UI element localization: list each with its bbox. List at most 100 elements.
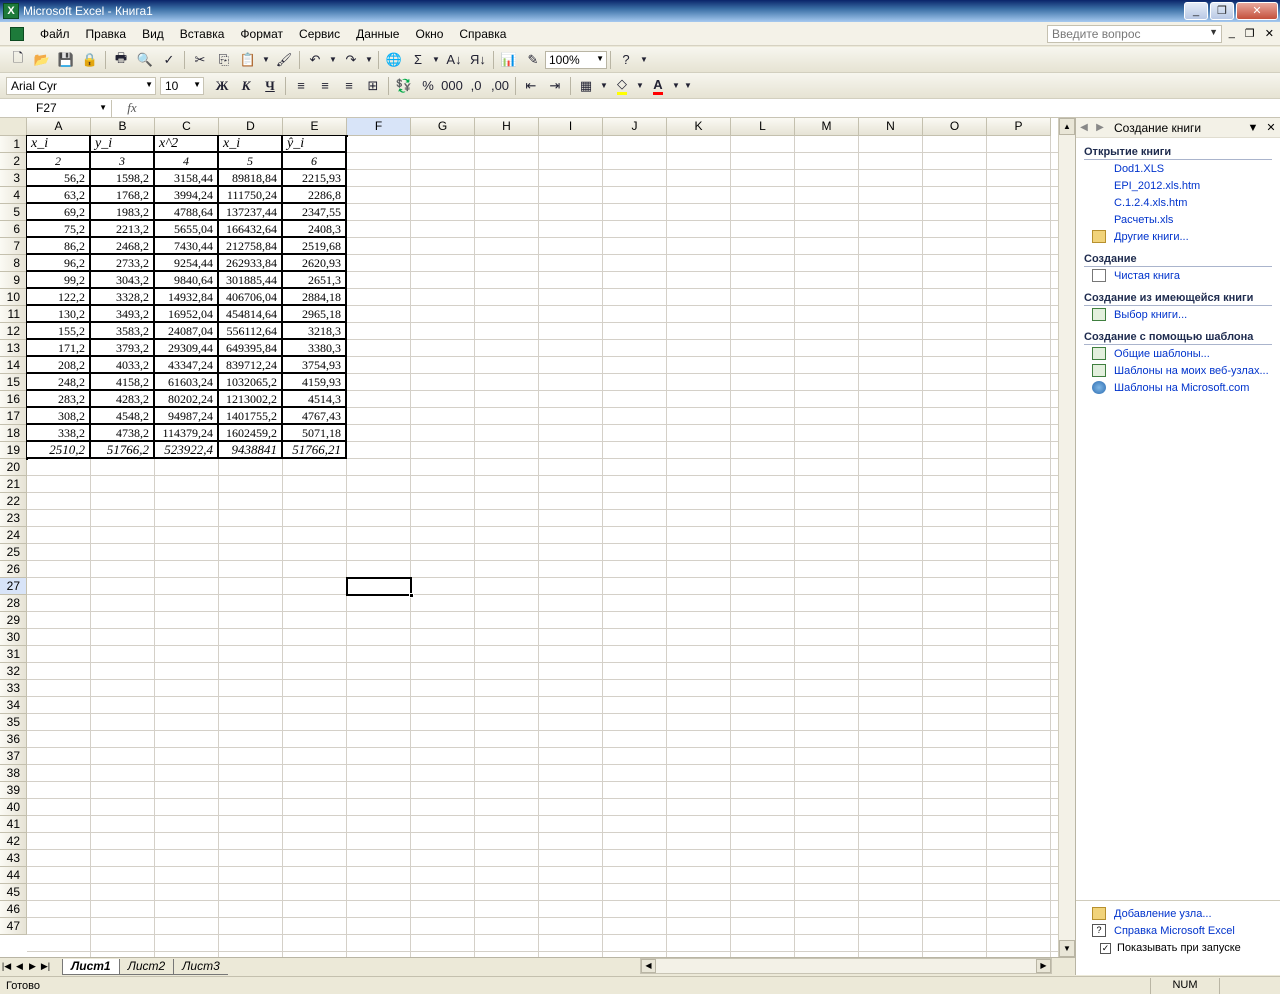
task-pane-link[interactable]: Чистая книга bbox=[1076, 267, 1280, 284]
row-header[interactable]: 47 bbox=[0, 918, 27, 935]
increase-decimal-icon[interactable]: ,0 bbox=[465, 75, 487, 97]
table-cell[interactable]: 556112,64 bbox=[219, 323, 283, 340]
task-pane-link[interactable]: Расчеты.xls bbox=[1076, 211, 1280, 228]
forward-icon[interactable]: ▶ bbox=[1092, 122, 1108, 133]
table-cell[interactable]: 4158,2 bbox=[91, 374, 155, 391]
table-cell[interactable]: 75,2 bbox=[27, 221, 91, 238]
menu-insert[interactable]: Вставка bbox=[172, 27, 233, 41]
table-cell[interactable]: 24087,04 bbox=[155, 323, 219, 340]
cell-total[interactable]: 9438841 bbox=[219, 442, 283, 459]
table-cell[interactable]: 3380,3 bbox=[283, 340, 347, 357]
task-pane-link[interactable]: Общие шаблоны... bbox=[1076, 345, 1280, 362]
row-header[interactable]: 46 bbox=[0, 901, 27, 918]
table-cell[interactable]: 5071,18 bbox=[283, 425, 347, 442]
menu-data[interactable]: Данные bbox=[348, 27, 407, 41]
row-header[interactable]: 37 bbox=[0, 748, 27, 765]
table-cell[interactable]: 839712,24 bbox=[219, 357, 283, 374]
redo-icon[interactable]: ↷ bbox=[340, 49, 362, 71]
show-at-startup-checkbox[interactable]: ✓ Показывать при запуске bbox=[1076, 939, 1280, 957]
table-cell[interactable]: 137237,44 bbox=[219, 204, 283, 221]
chevron-down-icon[interactable]: ▼ bbox=[1209, 27, 1218, 37]
table-cell[interactable]: 80202,24 bbox=[155, 391, 219, 408]
row-header[interactable]: 27 bbox=[0, 578, 27, 595]
table-cell[interactable]: 2347,55 bbox=[283, 204, 347, 221]
table-cell[interactable]: 301885,44 bbox=[219, 272, 283, 289]
table-cell[interactable]: 454814,64 bbox=[219, 306, 283, 323]
percent-icon[interactable]: % bbox=[417, 75, 439, 97]
table-cell[interactable]: 99,2 bbox=[27, 272, 91, 289]
row-header[interactable]: 42 bbox=[0, 833, 27, 850]
zoom-select[interactable]: 100% ▼ bbox=[545, 50, 607, 69]
column-header-e[interactable]: E bbox=[283, 118, 347, 136]
workbook-icon[interactable] bbox=[10, 26, 24, 41]
column-header-c[interactable]: C bbox=[155, 118, 219, 136]
row-header[interactable]: 22 bbox=[0, 493, 27, 510]
row-header[interactable]: 14 bbox=[0, 357, 27, 374]
table-cell[interactable]: 2733,2 bbox=[91, 255, 155, 272]
sheet-tab-1[interactable]: Лист1 bbox=[62, 958, 119, 975]
row-header[interactable]: 5 bbox=[0, 204, 27, 221]
table-cell[interactable]: 248,2 bbox=[27, 374, 91, 391]
chevron-down-icon[interactable]: ▼ bbox=[99, 100, 107, 116]
task-pane-menu-icon[interactable]: ▼ bbox=[1244, 122, 1262, 134]
table-cell[interactable]: 1768,2 bbox=[91, 187, 155, 204]
doc-minimize-button[interactable]: _ bbox=[1229, 27, 1235, 40]
bold-button[interactable]: Ж bbox=[211, 75, 233, 97]
scroll-down-icon[interactable]: ▼ bbox=[1059, 940, 1075, 957]
sheet-tab-3[interactable]: Лист3 bbox=[173, 958, 228, 975]
row-header[interactable]: 45 bbox=[0, 884, 27, 901]
select-all-button[interactable] bbox=[0, 118, 27, 136]
table-cell[interactable]: 1602459,2 bbox=[219, 425, 283, 442]
back-icon[interactable]: ◀ bbox=[1076, 122, 1092, 133]
horizontal-scrollbar[interactable]: ◀ ▶ bbox=[640, 958, 1052, 974]
row-header[interactable]: 6 bbox=[0, 221, 27, 238]
excel-app-icon[interactable]: X bbox=[3, 3, 19, 19]
table-cell[interactable]: 1983,2 bbox=[91, 204, 155, 221]
chevron-down-icon[interactable]: ▼ bbox=[599, 75, 609, 97]
table-cell[interactable]: 63,2 bbox=[27, 187, 91, 204]
task-pane-link[interactable]: Другие книги... bbox=[1076, 228, 1280, 245]
cell-header-xi[interactable]: x_i bbox=[27, 136, 91, 153]
table-cell[interactable]: 283,2 bbox=[27, 391, 91, 408]
table-cell[interactable]: 86,2 bbox=[27, 238, 91, 255]
sort-ascending-icon[interactable]: A↓ bbox=[443, 49, 465, 71]
row-header[interactable]: 1 bbox=[0, 136, 27, 153]
table-cell[interactable]: 111750,24 bbox=[219, 187, 283, 204]
decrease-indent-icon[interactable]: ⇤ bbox=[520, 75, 542, 97]
menu-tools[interactable]: Сервис bbox=[291, 27, 348, 41]
table-cell[interactable]: 1032065,2 bbox=[219, 374, 283, 391]
menu-format[interactable]: Формат bbox=[232, 27, 291, 41]
table-cell[interactable]: 2620,93 bbox=[283, 255, 347, 272]
column-header-m[interactable]: M bbox=[795, 118, 859, 136]
scroll-up-icon[interactable]: ▲ bbox=[1059, 118, 1075, 135]
table-cell[interactable]: 122,2 bbox=[27, 289, 91, 306]
table-cell[interactable]: 1213002,2 bbox=[219, 391, 283, 408]
help-icon[interactable]: ? bbox=[615, 49, 637, 71]
column-header-l[interactable]: L bbox=[731, 118, 795, 136]
increase-indent-icon[interactable]: ⇥ bbox=[544, 75, 566, 97]
table-cell[interactable]: 155,2 bbox=[27, 323, 91, 340]
table-cell[interactable]: 56,2 bbox=[27, 170, 91, 187]
formula-input[interactable] bbox=[152, 100, 1280, 117]
column-header-h[interactable]: H bbox=[475, 118, 539, 136]
table-cell[interactable]: 3043,2 bbox=[91, 272, 155, 289]
cell-column-index[interactable]: 3 bbox=[91, 153, 155, 170]
sort-descending-icon[interactable]: Я↓ bbox=[467, 49, 489, 71]
cell-header-xi-2[interactable]: x_i bbox=[219, 136, 283, 153]
checkbox-checked-icon[interactable]: ✓ bbox=[1100, 942, 1111, 954]
table-cell[interactable]: 4548,2 bbox=[91, 408, 155, 425]
table-cell[interactable]: 3994,24 bbox=[155, 187, 219, 204]
chart-wizard-icon[interactable]: 📊 bbox=[498, 49, 520, 71]
row-header[interactable]: 21 bbox=[0, 476, 27, 493]
open-icon[interactable]: 📂 bbox=[31, 49, 53, 71]
table-cell[interactable]: 4033,2 bbox=[91, 357, 155, 374]
table-cell[interactable]: 338,2 bbox=[27, 425, 91, 442]
insert-function-icon[interactable]: fx bbox=[112, 100, 152, 116]
table-cell[interactable]: 2286,8 bbox=[283, 187, 347, 204]
font-size-select[interactable]: 10 ▼ bbox=[160, 76, 204, 95]
font-name-select[interactable]: Arial Cyr ▼ bbox=[6, 76, 156, 95]
task-pane-link[interactable]: ? Справка Microsoft Excel bbox=[1076, 922, 1280, 939]
autosum-icon[interactable]: Σ bbox=[407, 49, 429, 71]
cell-total[interactable]: 523922,4 bbox=[155, 442, 219, 459]
table-cell[interactable]: 1401755,2 bbox=[219, 408, 283, 425]
